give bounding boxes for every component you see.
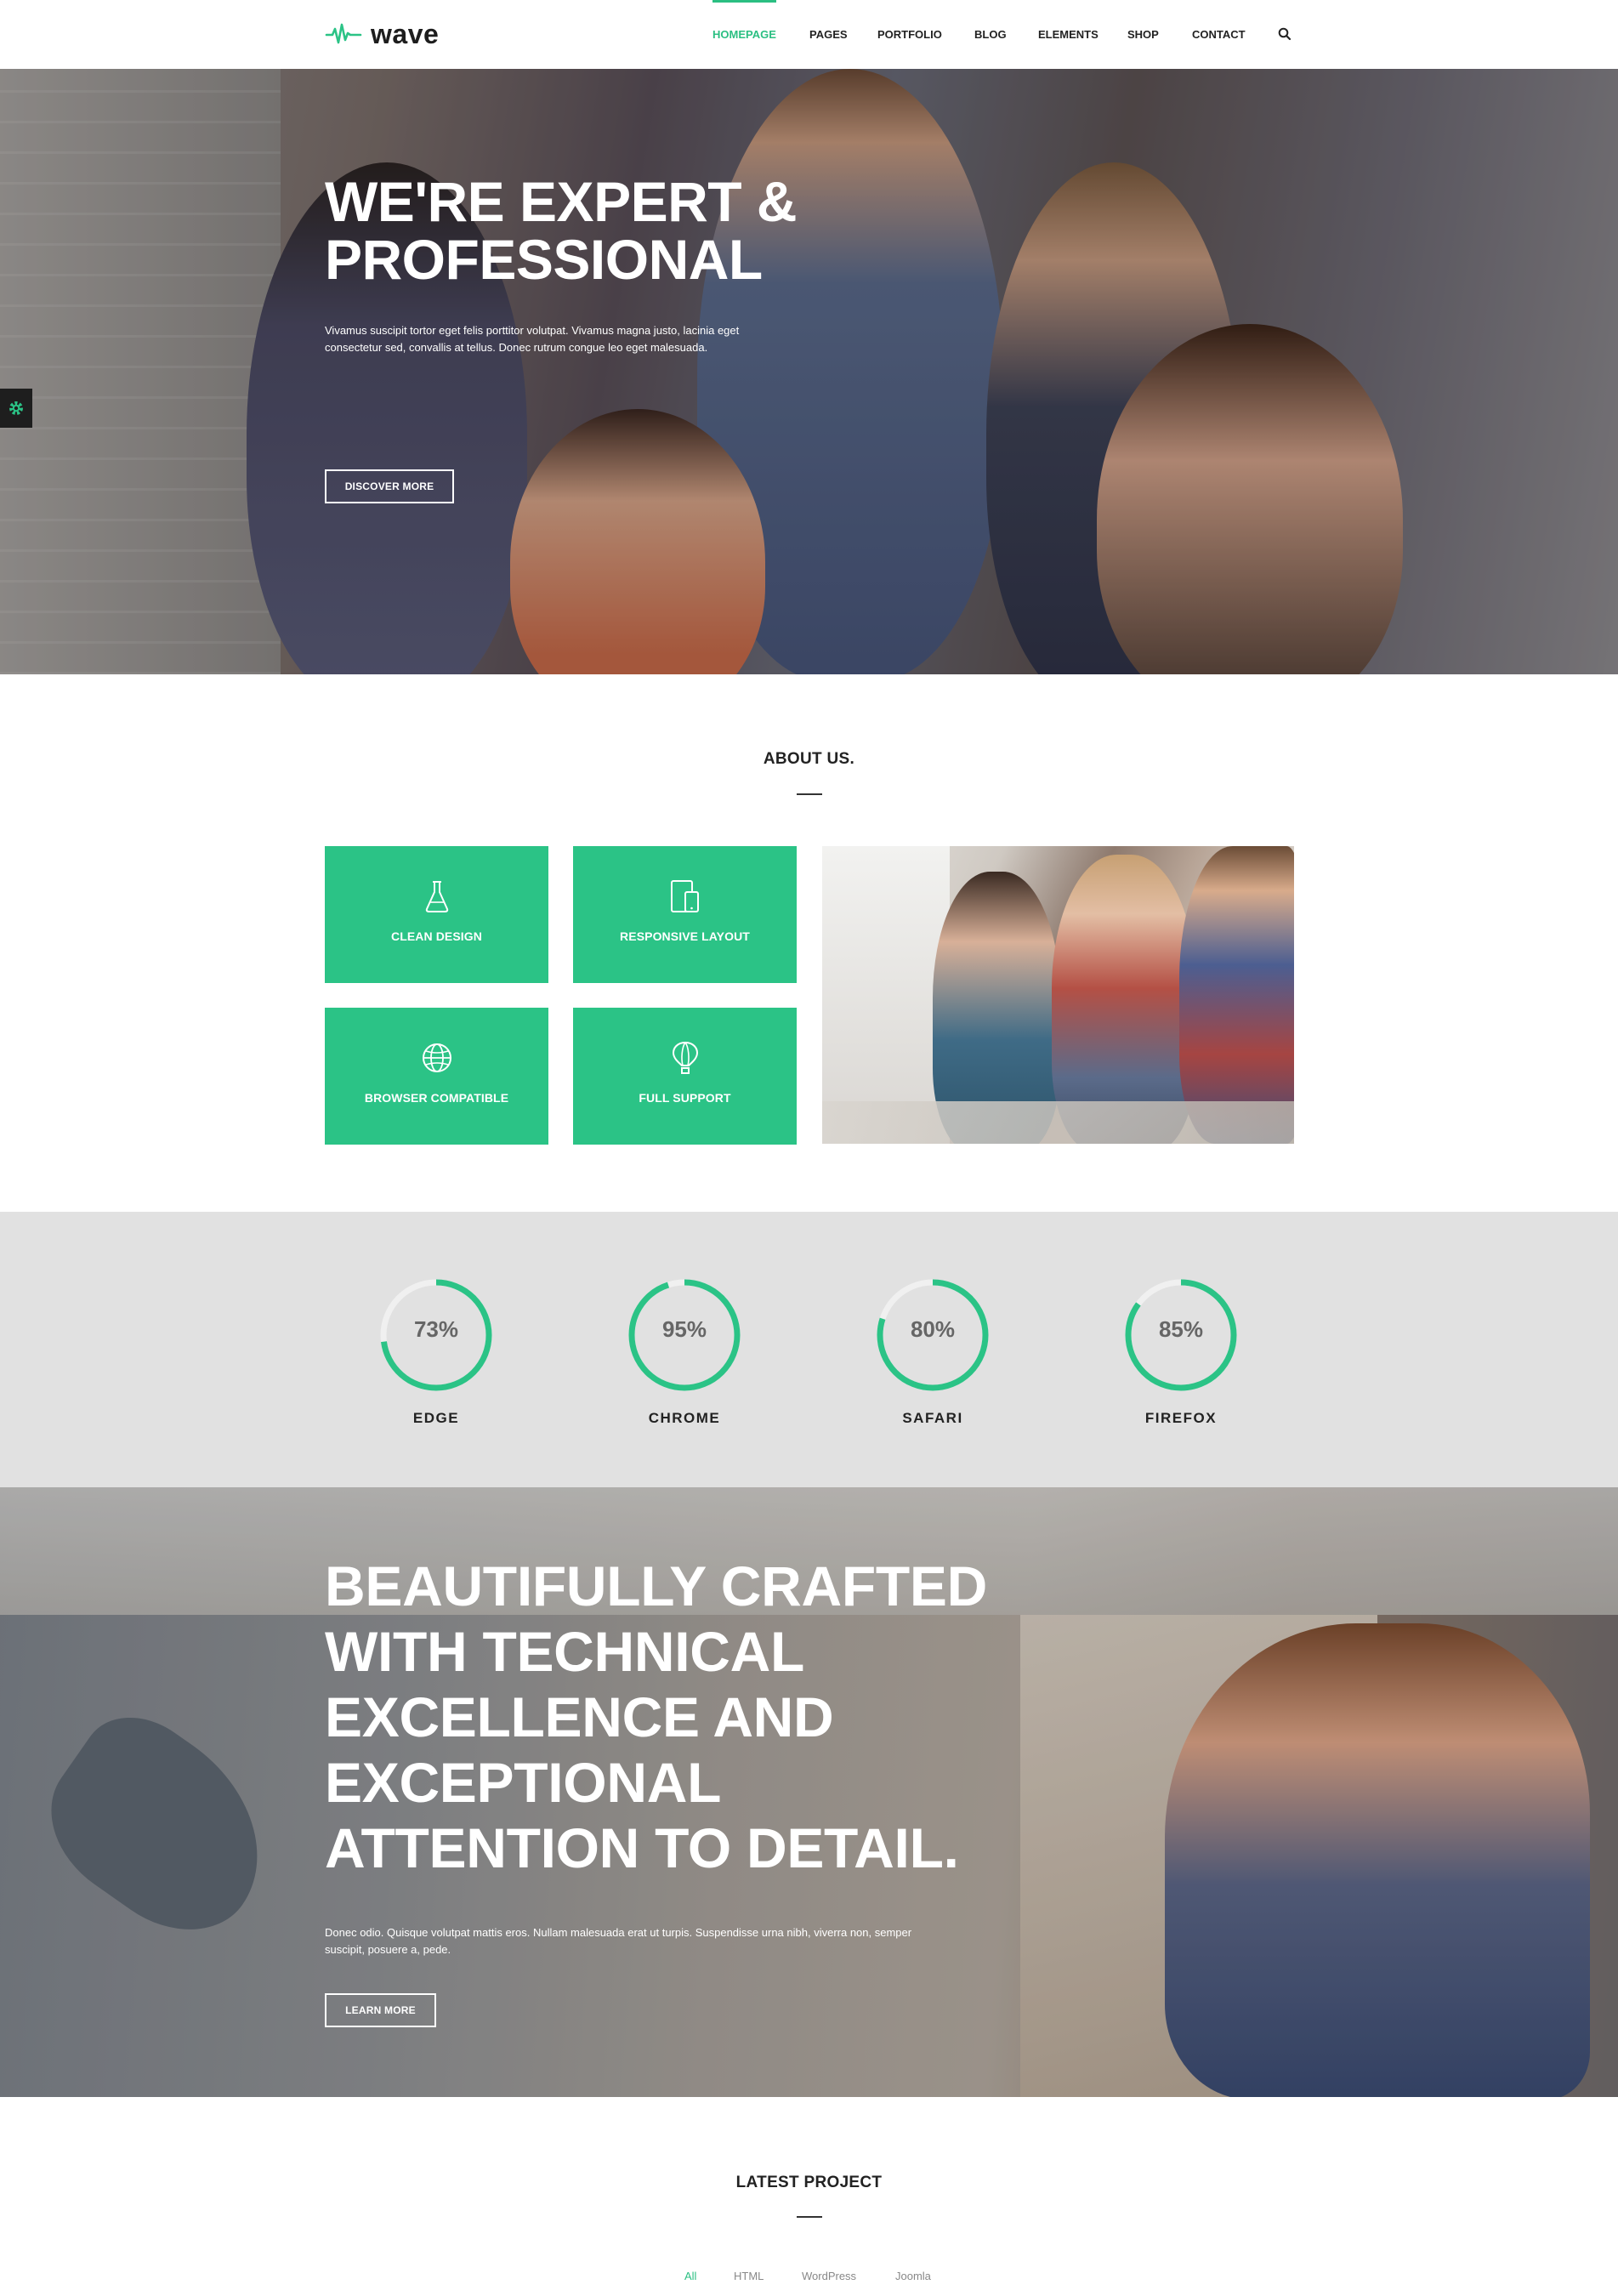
nav-elements[interactable]: ELEMENTS xyxy=(1038,0,1099,69)
stat-label: CHROME xyxy=(648,1410,721,1426)
crafted-title-line: EXCEPTIONAL xyxy=(325,1751,722,1814)
hero-description: Vivamus suscipit tortor eget felis portt… xyxy=(325,322,784,356)
stat-edge: 73% EDGE xyxy=(368,1276,504,1427)
nav-pages[interactable]: PAGES xyxy=(809,0,848,69)
about-title: ABOUT US. xyxy=(763,750,855,768)
crafted-description: Donec odio. Quisque volutpat mattis eros… xyxy=(325,1924,954,1958)
feature-responsive-layout[interactable]: RESPONSIVE LAYOUT xyxy=(573,846,797,983)
logo-text: wave xyxy=(371,19,440,49)
stat-value: 80% xyxy=(910,1316,956,1342)
stat-firefox: 85% FIREFOX xyxy=(1113,1276,1249,1427)
stat-value: 73% xyxy=(413,1316,459,1342)
crafted-description-line: suscipit, posuere a, pede. xyxy=(325,1943,451,1956)
photo-person xyxy=(1052,855,1196,1144)
filter-all[interactable]: All xyxy=(684,2270,696,2282)
filter-joomla[interactable]: Joomla xyxy=(895,2270,931,2282)
hero-title-line: WE'RE EXPERT & xyxy=(325,170,798,233)
stat-value: 85% xyxy=(1158,1316,1204,1342)
photo-desk xyxy=(822,1101,1294,1144)
hero-section xyxy=(0,69,1618,674)
feature-full-support[interactable]: FULL SUPPORT xyxy=(573,1008,797,1145)
settings-panel-toggle[interactable] xyxy=(0,389,32,428)
photo-window xyxy=(822,846,950,1144)
stat-label: FIREFOX xyxy=(1144,1410,1218,1426)
stat-chrome: 95% CHROME xyxy=(616,1276,752,1427)
feature-label: RESPONSIVE LAYOUT xyxy=(620,929,750,943)
balloon-icon xyxy=(672,1041,698,1074)
filter-wordpress[interactable]: WordPress xyxy=(802,2270,856,2282)
stat-value: 95% xyxy=(661,1316,707,1342)
feature-clean-design[interactable]: CLEAN DESIGN xyxy=(325,846,548,983)
nav-shop[interactable]: SHOP xyxy=(1127,0,1159,69)
crafted-title-line: EXCELLENCE AND xyxy=(325,1685,834,1748)
crafted-title: BEAUTIFULLY CRAFTED WITH TECHNICAL EXCEL… xyxy=(325,1554,988,1881)
learn-more-button[interactable]: LEARN MORE xyxy=(325,1993,436,2027)
filter-html[interactable]: HTML xyxy=(734,2270,764,2282)
crafted-title-line: BEAUTIFULLY CRAFTED xyxy=(325,1554,987,1617)
nav-blog[interactable]: BLOG xyxy=(974,0,1007,69)
crafted-title-line: WITH TECHNICAL xyxy=(325,1620,805,1683)
globe-icon xyxy=(422,1043,451,1072)
feature-browser-compatible[interactable]: BROWSER COMPATIBLE xyxy=(325,1008,548,1145)
photo-person xyxy=(1179,846,1294,1144)
nav-contact[interactable]: CONTACT xyxy=(1192,0,1246,69)
section-divider xyxy=(797,793,822,795)
latest-project-title: LATEST PROJECT xyxy=(735,2174,883,2191)
stat-label: SAFARI xyxy=(902,1410,963,1426)
feature-label: CLEAN DESIGN xyxy=(391,929,482,943)
feature-label: BROWSER COMPATIBLE xyxy=(364,1091,509,1105)
stat-safari: 80% SAFARI xyxy=(865,1276,1001,1427)
nav-homepage[interactable]: HOMEPAGE xyxy=(712,0,776,69)
hero-title: WE'RE EXPERT & PROFESSIONAL xyxy=(325,173,869,288)
browser-stats-section: 73% EDGE 95% CHROME 80% SAFARI 85% FIREF… xyxy=(0,1212,1618,1487)
crafted-title-line: ATTENTION TO DETAIL. xyxy=(325,1816,959,1879)
about-team-photo xyxy=(822,846,1294,1144)
hero-description-line: consectetur sed, convallis at tellus. Do… xyxy=(325,341,708,354)
feature-label: FULL SUPPORT xyxy=(639,1091,731,1105)
search-icon[interactable] xyxy=(1277,26,1292,42)
hero-title-line: PROFESSIONAL xyxy=(325,228,763,291)
hero-description-line: Vivamus suscipit tortor eget felis portt… xyxy=(325,324,740,337)
site-header: wave HOMEPAGE PAGES PORTFOLIO BLOG ELEME… xyxy=(0,0,1618,69)
flask-icon xyxy=(425,881,448,912)
gear-icon xyxy=(9,401,23,415)
nav-portfolio[interactable]: PORTFOLIO xyxy=(877,0,942,69)
devices-icon xyxy=(670,880,699,912)
stat-label: EDGE xyxy=(412,1410,460,1426)
section-divider xyxy=(797,2216,822,2218)
hero-overlay xyxy=(0,69,1618,674)
pulse-logo-icon xyxy=(325,23,362,44)
logo[interactable]: wave xyxy=(325,17,439,51)
discover-more-button[interactable]: DISCOVER MORE xyxy=(325,469,454,503)
crafted-description-line: Donec odio. Quisque volutpat mattis eros… xyxy=(325,1926,912,1939)
